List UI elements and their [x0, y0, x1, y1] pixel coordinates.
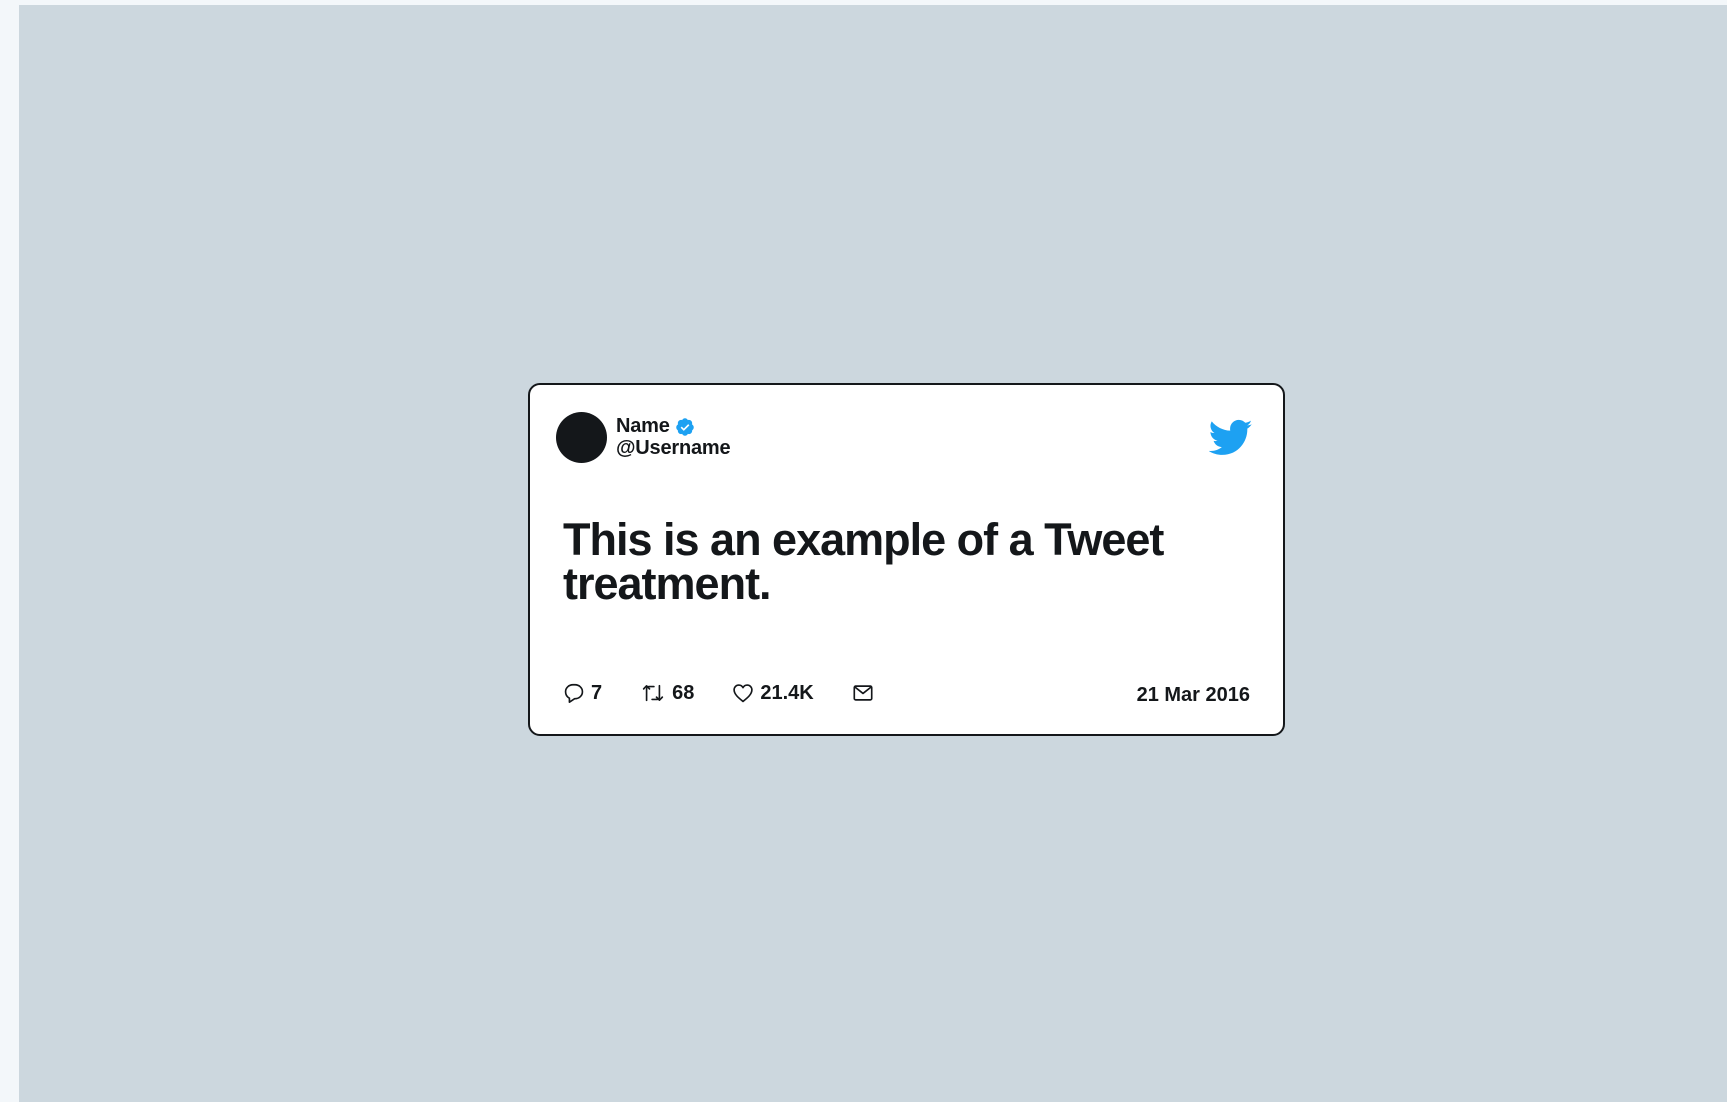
author-name-row: Name	[616, 415, 730, 438]
tweet-card: Name @Username This is an example of a T…	[528, 383, 1285, 736]
author-username[interactable]: @Username	[616, 437, 731, 460]
mail-icon	[852, 682, 874, 704]
page-background: Name @Username This is an example of a T…	[19, 5, 1727, 1102]
author-name[interactable]: Name	[616, 415, 670, 438]
reply-button[interactable]: 7	[563, 682, 602, 705]
tweet-actions: 7 68 21.4K	[563, 679, 912, 707]
retweet-count: 68	[672, 681, 695, 704]
tweet-text: This is an example of a Tweet treatment.	[563, 514, 1164, 609]
avatar[interactable]	[556, 412, 607, 463]
tweet-author: Name @Username	[616, 415, 731, 460]
message-button[interactable]	[852, 682, 874, 704]
retweet-icon	[640, 682, 666, 704]
like-count: 21.4K	[760, 681, 814, 704]
tweet-date[interactable]: 21 Mar 2016	[1137, 684, 1250, 707]
retweet-button[interactable]: 68	[640, 682, 694, 705]
like-button[interactable]: 21.4K	[732, 681, 814, 705]
verified-badge-icon	[675, 417, 695, 437]
heart-icon	[732, 682, 754, 704]
twitter-bird-icon[interactable]	[1208, 419, 1253, 457]
reply-count: 7	[591, 681, 603, 704]
reply-icon	[563, 682, 585, 704]
